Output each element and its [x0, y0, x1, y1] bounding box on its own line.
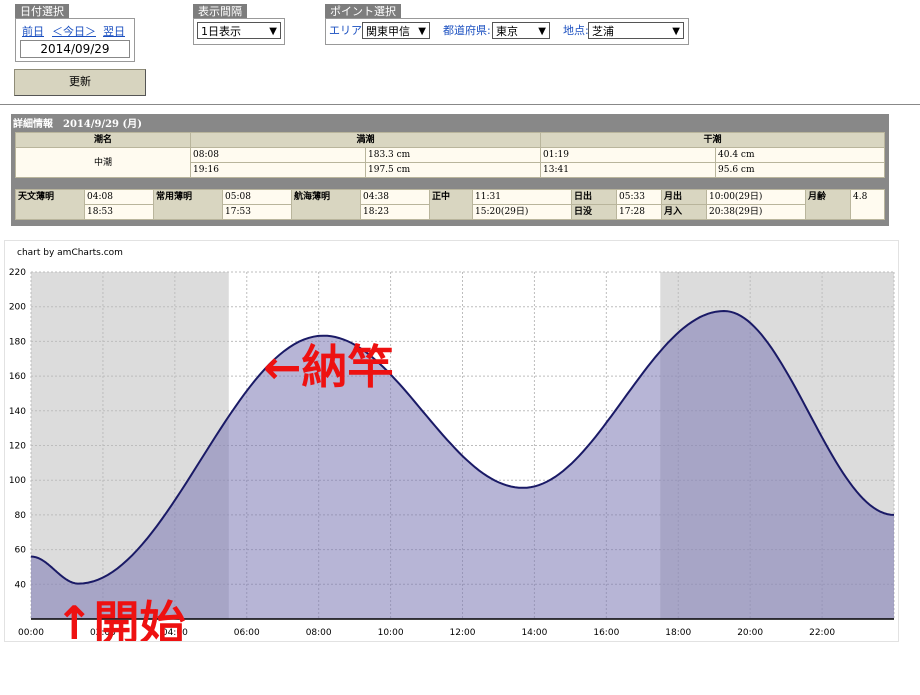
- tide-name-header: 潮名: [15, 132, 191, 148]
- civil-twilight-start: 05:08: [222, 189, 292, 205]
- astro-table: 天文薄明 04:08 常用薄明 05:08 航海薄明 04:38 正中 11:3…: [15, 189, 885, 220]
- noon-label: 正中: [429, 189, 473, 220]
- y-tick-label: 40: [15, 580, 27, 590]
- tide-chart: chart by amCharts.com 40 60 80 100 120 140 160…: [4, 240, 899, 650]
- y-tick-label: 160: [9, 372, 26, 382]
- sunset-label: 日没: [571, 204, 617, 220]
- x-tick-label: 10:00: [378, 628, 404, 638]
- x-tick-label: 06:00: [234, 628, 260, 638]
- high-tide-level: 183.3 cm: [365, 147, 541, 163]
- nautical-twilight-start: 04:38: [360, 189, 430, 205]
- y-tick-label: 80: [15, 511, 27, 521]
- moonset-time: 20:38(29日): [706, 204, 806, 220]
- moon-age: 4.8: [850, 189, 885, 220]
- details-title: 詳細情報 2014/9/29 (月): [13, 119, 142, 130]
- x-tick-label: 22:00: [809, 628, 835, 638]
- moonset-label: 月入: [661, 204, 707, 220]
- today-link[interactable]: ＜今日＞: [52, 23, 96, 39]
- sunrise-time: 05:33: [616, 189, 662, 205]
- high-tide-header: 満潮: [190, 132, 541, 148]
- civil-twilight-end: 17:53: [222, 204, 292, 220]
- moon-age-label: 月齢: [805, 189, 851, 220]
- low-tide-level: 95.6 cm: [715, 162, 885, 178]
- x-tick-label: 08:00: [306, 628, 332, 638]
- next-day-link[interactable]: 翌日: [103, 23, 125, 39]
- interval-select[interactable]: 1日表示 ▼: [197, 22, 281, 39]
- divider: [0, 104, 920, 105]
- civil-twilight-label: 常用薄明: [153, 189, 223, 220]
- sunrise-label: 日出: [571, 189, 617, 205]
- chevron-down-icon: ▼: [538, 26, 546, 37]
- prefecture-select[interactable]: 東京 ▼: [492, 22, 550, 39]
- astronomical-twilight-start: 04:08: [84, 189, 154, 205]
- y-tick-label: 60: [15, 546, 27, 556]
- details-panel: 詳細情報 2014/9/29 (月) 潮名 満潮 干潮 中潮 08:08 183…: [11, 114, 889, 226]
- x-tick-label: 20:00: [737, 628, 763, 638]
- interval-box: 1日表示 ▼: [193, 18, 285, 45]
- place-label: 地点:: [563, 24, 589, 37]
- area-label: エリア:: [329, 24, 366, 37]
- point-select-box: エリア: 関東甲信 ▼ 都道府県: 東京 ▼ 地点: 芝浦 ▼: [325, 18, 689, 45]
- update-button[interactable]: 更新: [14, 69, 146, 96]
- y-tick-label: 120: [9, 442, 26, 452]
- low-tide-time: 13:41: [540, 162, 716, 178]
- tide-chart-svg: chart by amCharts.com 40 60 80 100 120 140 160…: [9, 248, 895, 650]
- place-select[interactable]: 芝浦 ▼: [588, 22, 684, 39]
- chart-credit[interactable]: chart by amCharts.com: [17, 248, 123, 258]
- end-annotation: ←納竿: [263, 340, 394, 394]
- prefecture-label: 都道府県:: [443, 24, 491, 37]
- high-tide-time: 19:16: [190, 162, 366, 178]
- y-tick-label: 180: [9, 337, 26, 347]
- date-select-box: 前日 ＜今日＞ 翌日 2014/09/29: [15, 18, 135, 62]
- astronomical-twilight-label: 天文薄明: [15, 189, 85, 220]
- low-tide-header: 干潮: [540, 132, 885, 148]
- chevron-down-icon: ▼: [672, 26, 680, 37]
- tide-table: 潮名 満潮 干潮 中潮 08:08 183.3 cm 01:19 40.4 cm…: [15, 132, 885, 178]
- moonrise-label: 月出: [661, 189, 707, 205]
- noon-time: 11:31: [472, 189, 572, 205]
- low-tide-time: 01:19: [540, 147, 716, 163]
- x-tick-label: 18:00: [665, 628, 691, 638]
- y-tick-label: 100: [9, 476, 26, 486]
- moonrise-time: 10:00(29日): [706, 189, 806, 205]
- chevron-down-icon: ▼: [418, 26, 426, 37]
- nautical-twilight-end: 18:23: [360, 204, 430, 220]
- noon-time-2: 15:20(29日): [472, 204, 572, 220]
- x-tick-label: 16:00: [593, 628, 619, 638]
- start-annotation: ↑開始: [55, 596, 186, 641]
- tide-name: 中潮: [15, 147, 191, 178]
- nautical-twilight-label: 航海薄明: [291, 189, 361, 220]
- x-tick-label: 12:00: [450, 628, 476, 638]
- astronomical-twilight-end: 18:53: [84, 204, 154, 220]
- x-tick-label: 14:00: [521, 628, 547, 638]
- low-tide-level: 40.4 cm: [715, 147, 885, 163]
- date-field[interactable]: 2014/09/29: [20, 40, 130, 58]
- high-tide-level: 197.5 cm: [365, 162, 541, 178]
- area-select[interactable]: 関東甲信 ▼: [362, 22, 430, 39]
- sunset-time: 17:28: [616, 204, 662, 220]
- prev-day-link[interactable]: 前日: [22, 23, 44, 39]
- y-tick-label: 220: [9, 268, 26, 278]
- x-tick-label: 00:00: [18, 628, 44, 638]
- y-tick-label: 200: [9, 303, 26, 313]
- high-tide-time: 08:08: [190, 147, 366, 163]
- y-tick-label: 140: [9, 407, 26, 417]
- chevron-down-icon: ▼: [269, 26, 277, 37]
